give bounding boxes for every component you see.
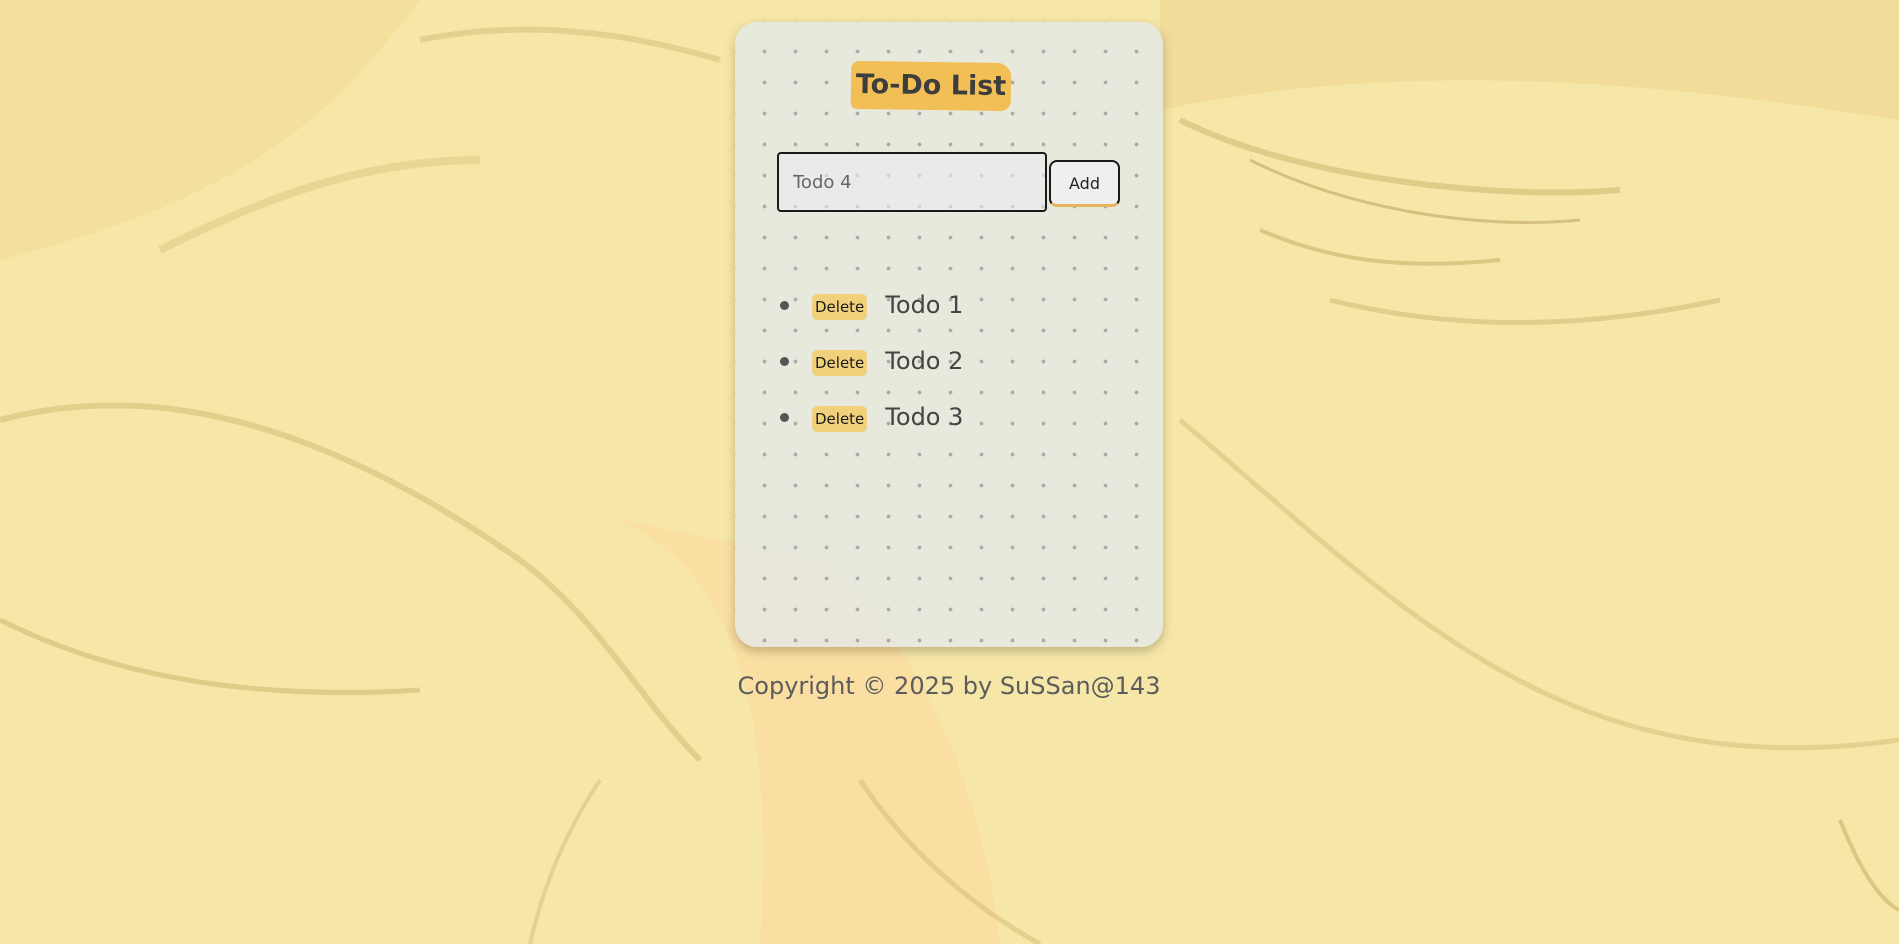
bullet-icon bbox=[780, 300, 789, 310]
delete-button[interactable]: Delete bbox=[812, 406, 868, 432]
todo-card: To-Do List Add Delete Todo 1 Delete Todo… bbox=[735, 22, 1163, 647]
list-item: Delete Todo 2 bbox=[780, 333, 963, 389]
todo-text: Todo 2 bbox=[885, 347, 964, 375]
list-item: Delete Todo 1 bbox=[780, 277, 963, 333]
bullet-icon bbox=[780, 412, 789, 422]
list-item: Delete Todo 3 bbox=[780, 389, 963, 445]
todo-list: Delete Todo 1 Delete Todo 2 Delete Todo … bbox=[780, 277, 963, 445]
delete-button[interactable]: Delete bbox=[812, 350, 868, 376]
todo-input[interactable] bbox=[777, 152, 1047, 212]
page-title: To-Do List bbox=[850, 60, 1012, 112]
footer-copyright: Copyright © 2025 by SuSSan@143 bbox=[737, 672, 1161, 700]
bullet-icon bbox=[780, 356, 789, 366]
todo-text: Todo 3 bbox=[885, 403, 964, 431]
todo-text: Todo 1 bbox=[885, 291, 964, 319]
delete-button[interactable]: Delete bbox=[812, 294, 868, 320]
add-button[interactable]: Add bbox=[1049, 160, 1120, 207]
